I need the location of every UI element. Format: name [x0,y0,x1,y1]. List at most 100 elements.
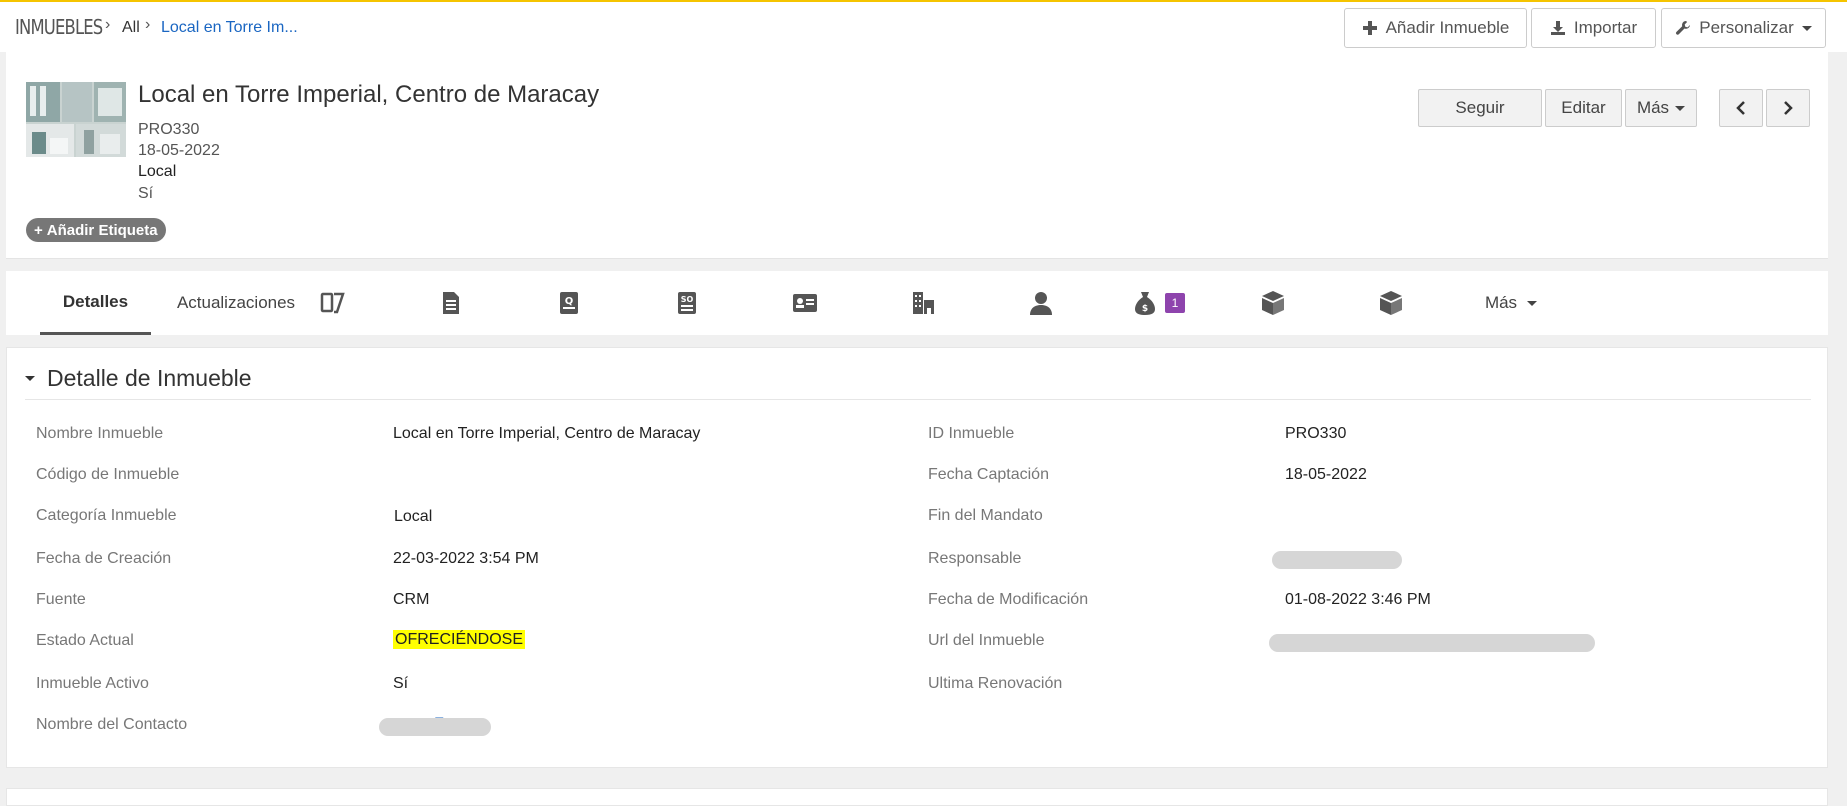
tab-services[interactable] [1366,271,1416,335]
tab-persons[interactable] [1016,271,1066,335]
building-photo-icon [26,82,126,157]
record-header: Local en Torre Imperial, Centro de Marac… [6,52,1828,259]
field-value-modified[interactable]: 01-08-2022 3:46 PM [1285,591,1431,609]
more-actions-button[interactable]: Más [1625,89,1697,127]
field-label: Fuente [36,591,86,608]
tab-buildings[interactable] [898,271,948,335]
field-label: Estado Actual [36,632,134,649]
record-category: Local [138,163,177,180]
field-value-category[interactable]: Local [394,508,432,526]
field-label: Fecha de Modificación [928,591,1089,608]
tab-more[interactable]: Más [1476,271,1546,335]
tab-payments[interactable]: $ 1 [1128,271,1188,335]
plus-icon [1362,21,1377,35]
next-record-button[interactable] [1766,89,1810,127]
sales-order-icon: SO [678,292,696,314]
status-highlight: OFRECIÉNDOSE [393,630,526,649]
tab-products[interactable] [1248,271,1298,335]
chevron-right-icon: › [105,16,111,33]
person-icon [1030,292,1052,315]
money-bag-icon: $ [1134,292,1155,315]
field-label: Fecha de Creación [36,550,172,567]
record-code: PRO330 [138,121,200,138]
follow-button[interactable]: Seguir [1418,89,1542,127]
tab-details-label: Detalles [62,291,129,311]
contact-card-icon [793,294,817,312]
next-section-card [6,788,1828,806]
svg-text:Q: Q [565,296,574,307]
field-value-active[interactable]: Sí [393,675,408,693]
field-label: Nombre del Contacto [36,716,188,733]
plus-icon: + [34,221,43,239]
tab-details[interactable]: Detalles [40,271,151,335]
field-value-name[interactable]: Local en Torre Imperial, Centro de Marac… [393,425,700,443]
section-title: Detalle de Inmueble [47,365,252,391]
field-label: Código de Inmueble [36,466,180,483]
property-thumbnail[interactable] [26,82,126,157]
caret-down-icon [1675,105,1686,111]
redacted-owner [1272,551,1402,569]
box-icon [1262,291,1284,315]
field-value-id[interactable]: PRO330 [1285,425,1346,443]
customize-button[interactable]: Personalizar [1661,8,1826,48]
field-value-source[interactable]: CRM [393,591,429,609]
edit-label: Editar [1561,98,1606,117]
breadcrumb-current[interactable]: Local en Torre Im... [161,19,298,37]
document-icon [443,292,459,314]
chevron-right-icon: › [145,16,151,33]
tab-contacts[interactable] [780,271,830,335]
download-icon [1550,21,1565,35]
breadcrumb-all[interactable]: All [122,19,140,37]
field-value-created[interactable]: 22-03-2022 3:54 PM [393,550,539,568]
redacted-url [1269,634,1595,652]
add-tag-button[interactable]: + Añadir Etiqueta [26,218,166,242]
record-date: 18-05-2022 [138,142,220,159]
tab-quotes[interactable]: Q [544,271,594,335]
field-value-status[interactable]: OFRECIÉNDOSE [393,630,526,649]
record-title: Local en Torre Imperial, Centro de Marac… [138,81,600,108]
field-label: Fin del Mandato [928,507,1043,524]
svg-text:SO: SO [681,295,694,304]
tab-bar: Detalles Actualizaciones Q SO $ 1 Más [6,271,1828,335]
tab-cards[interactable] [308,271,358,335]
caret-down-icon [1801,25,1812,31]
module-name[interactable]: INMUEBLES [15,15,103,39]
redacted-contact [379,718,491,736]
wrench-icon [1676,21,1691,35]
tab-documents[interactable] [426,271,476,335]
field-label: Categoría Inmueble [36,507,177,524]
box-icon-2 [1380,291,1402,315]
field-label: Responsable [928,550,1022,567]
quote-icon: Q [560,292,578,314]
field-label: ID Inmueble [928,425,1015,442]
edit-button[interactable]: Editar [1545,89,1622,127]
detail-panel: Detalle de Inmueble Nombre Inmueble Loca… [6,347,1828,768]
field-label: Fecha Captación [928,466,1049,483]
import-button[interactable]: Importar [1531,8,1656,48]
field-label: Nombre Inmueble [36,425,164,442]
tab-updates[interactable]: Actualizaciones [171,271,301,335]
add-property-label: Añadir Inmueble [1385,18,1510,37]
field-label: Inmueble Activo [36,675,149,692]
tab-sales-orders[interactable]: SO [662,271,712,335]
record-active: Sí [138,185,154,202]
section-header[interactable]: Detalle de Inmueble [25,358,1811,400]
field-label: Url del Inmueble [928,632,1045,649]
caret-down-icon [1527,300,1538,306]
customize-label: Personalizar [1699,18,1794,37]
more-actions-label: Más [1636,98,1670,117]
collapse-caret-icon[interactable] [25,376,35,381]
previous-record-button[interactable] [1719,89,1763,127]
tab-more-label: Más [1484,293,1518,312]
chevron-right-icon [1784,101,1793,115]
field-value-capture-date[interactable]: 18-05-2022 [1285,466,1367,484]
chevron-left-icon [1736,101,1745,115]
building-icon [913,292,934,314]
import-label: Importar [1573,18,1638,37]
cards-icon [320,292,345,314]
add-tag-label: Añadir Etiqueta [46,221,158,239]
svg-text:$: $ [1142,304,1148,314]
add-property-button[interactable]: Añadir Inmueble [1344,8,1527,48]
field-label: Ultima Renovación [928,675,1063,692]
top-bar: INMUEBLES › All › Local en Torre Im... A… [0,0,1847,52]
